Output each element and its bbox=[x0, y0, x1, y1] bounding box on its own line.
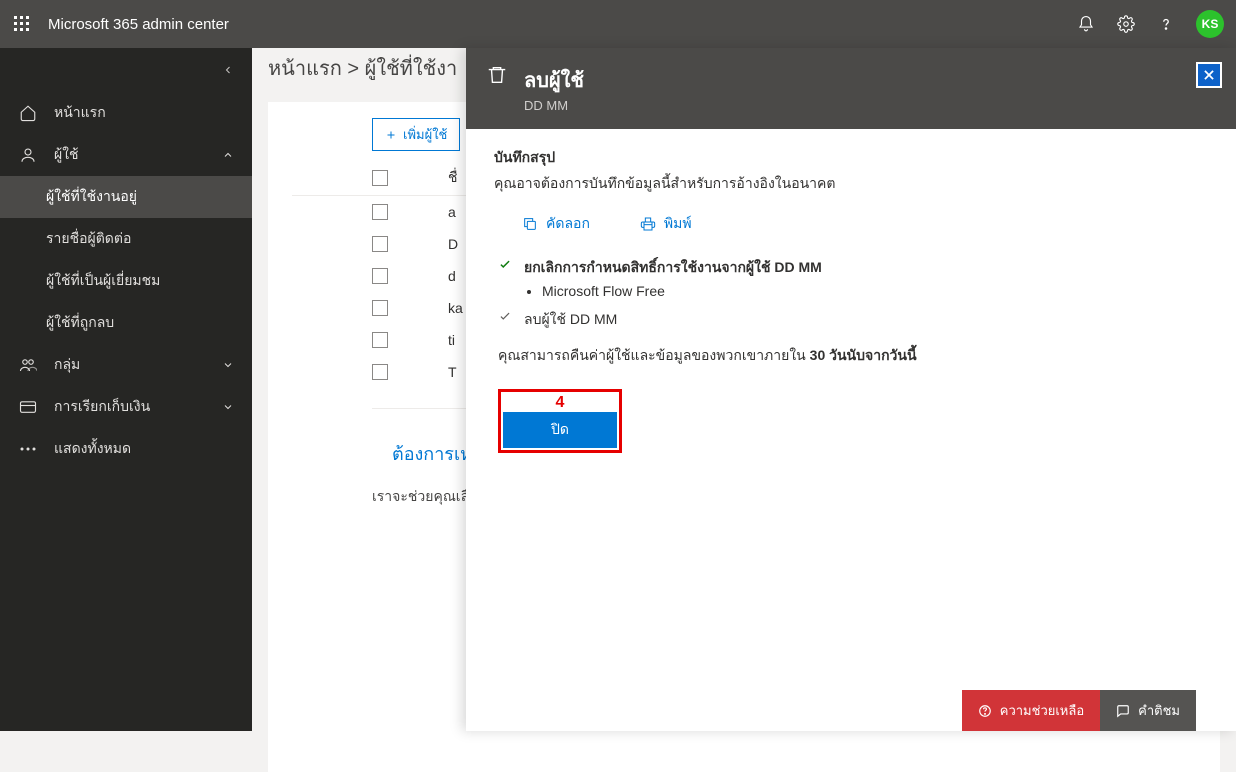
checkmark-icon bbox=[498, 309, 512, 323]
more-icon bbox=[18, 446, 38, 452]
flyout-title: ลบผู้ใช้ bbox=[524, 64, 584, 96]
user-avatar[interactable]: KS bbox=[1196, 10, 1224, 38]
callout-highlight: 4 ปิด bbox=[498, 389, 622, 453]
sidebar: หน้าแรก ผู้ใช้ ผู้ใช้ที่ใช้งานอยู่ รายชื… bbox=[0, 48, 252, 731]
user-icon bbox=[18, 146, 38, 164]
summary-title: บันทึกสรุป bbox=[494, 147, 1208, 169]
copy-icon bbox=[522, 216, 538, 232]
close-button[interactable]: ปิด bbox=[503, 412, 617, 448]
app-launcher-icon[interactable] bbox=[12, 14, 32, 34]
row-checkbox[interactable] bbox=[372, 268, 388, 284]
sidebar-label-groups: กลุ่ม bbox=[54, 354, 80, 376]
sidebar-label-home: หน้าแรก bbox=[54, 102, 106, 124]
topbar: Microsoft 365 admin center KS bbox=[0, 0, 1236, 48]
home-icon bbox=[18, 104, 38, 122]
checkmark-icon bbox=[498, 257, 512, 271]
status-user-deleted: ลบผู้ใช้ DD MM bbox=[498, 309, 1208, 331]
app-title: Microsoft 365 admin center bbox=[48, 16, 229, 33]
sidebar-item-home[interactable]: หน้าแรก bbox=[0, 92, 252, 134]
sidebar-item-guest-users[interactable]: ผู้ใช้ที่เป็นผู้เยี่ยมชม bbox=[0, 260, 252, 302]
close-flyout-button[interactable] bbox=[1196, 62, 1222, 88]
help-circle-icon bbox=[978, 704, 992, 718]
sidebar-label-billing: การเรียกเก็บเงิน bbox=[54, 396, 150, 418]
status-license-removed: ยกเลิกการกำหนดสิทธิ์การใช้งานจากผู้ใช้ D… bbox=[498, 257, 1208, 299]
row-checkbox[interactable] bbox=[372, 332, 388, 348]
row-checkbox[interactable] bbox=[372, 204, 388, 220]
sidebar-item-show-all[interactable]: แสดงทั้งหมด bbox=[0, 428, 252, 470]
sidebar-item-billing[interactable]: การเรียกเก็บเงิน bbox=[0, 386, 252, 428]
add-user-button[interactable]: เพิ่มผู้ใช้ bbox=[372, 118, 460, 151]
print-icon bbox=[640, 216, 656, 232]
settings-gear-icon[interactable] bbox=[1116, 14, 1136, 34]
chevron-down-icon bbox=[222, 359, 234, 371]
footer-actions: ความช่วยเหลือ คำติชม bbox=[962, 690, 1196, 731]
sidebar-item-users[interactable]: ผู้ใช้ bbox=[0, 134, 252, 176]
column-name-header[interactable]: ชื่ bbox=[448, 167, 458, 189]
delete-user-flyout: ลบผู้ใช้ DD MM บันทึกสรุป คุณอาจต้องการบ… bbox=[466, 48, 1236, 731]
billing-icon bbox=[18, 398, 38, 416]
sidebar-item-active-users[interactable]: ผู้ใช้ที่ใช้งานอยู่ bbox=[0, 176, 252, 218]
plus-icon bbox=[385, 129, 397, 141]
callout-number: 4 bbox=[503, 394, 617, 412]
groups-icon bbox=[18, 356, 38, 374]
collapse-sidebar-button[interactable] bbox=[0, 48, 252, 92]
print-button[interactable]: พิมพ์ bbox=[640, 213, 692, 235]
help-icon[interactable] bbox=[1156, 14, 1176, 34]
recovery-notice: คุณสามารถคืนค่าผู้ใช้และข้อมูลของพวกเขาภ… bbox=[498, 345, 1208, 367]
row-checkbox[interactable] bbox=[372, 236, 388, 252]
flyout-header: ลบผู้ใช้ DD MM bbox=[466, 48, 1236, 129]
row-checkbox[interactable] bbox=[372, 364, 388, 380]
chat-icon bbox=[1116, 704, 1130, 718]
select-all-checkbox[interactable] bbox=[372, 170, 388, 186]
chevron-down-icon bbox=[222, 401, 234, 413]
summary-description: คุณอาจต้องการบันทึกข้อมูลนี้สำหรับการอ้า… bbox=[494, 173, 1208, 195]
copy-button[interactable]: คัดลอก bbox=[522, 213, 590, 235]
row-checkbox[interactable] bbox=[372, 300, 388, 316]
help-footer-button[interactable]: ความช่วยเหลือ bbox=[962, 690, 1100, 731]
feedback-footer-button[interactable]: คำติชม bbox=[1100, 690, 1196, 731]
sidebar-item-contacts[interactable]: รายชื่อผู้ติดต่อ bbox=[0, 218, 252, 260]
chevron-left-icon bbox=[222, 64, 234, 76]
sidebar-item-groups[interactable]: กลุ่ม bbox=[0, 344, 252, 386]
sidebar-label-showall: แสดงทั้งหมด bbox=[54, 438, 131, 460]
sidebar-label-users: ผู้ใช้ bbox=[54, 144, 79, 166]
chevron-up-icon bbox=[222, 149, 234, 161]
trash-icon bbox=[486, 64, 508, 86]
close-icon bbox=[1202, 68, 1216, 82]
flyout-subtitle: DD MM bbox=[524, 98, 584, 113]
sidebar-item-deleted-users[interactable]: ผู้ใช้ที่ถูกลบ bbox=[0, 302, 252, 344]
notifications-icon[interactable] bbox=[1076, 14, 1096, 34]
